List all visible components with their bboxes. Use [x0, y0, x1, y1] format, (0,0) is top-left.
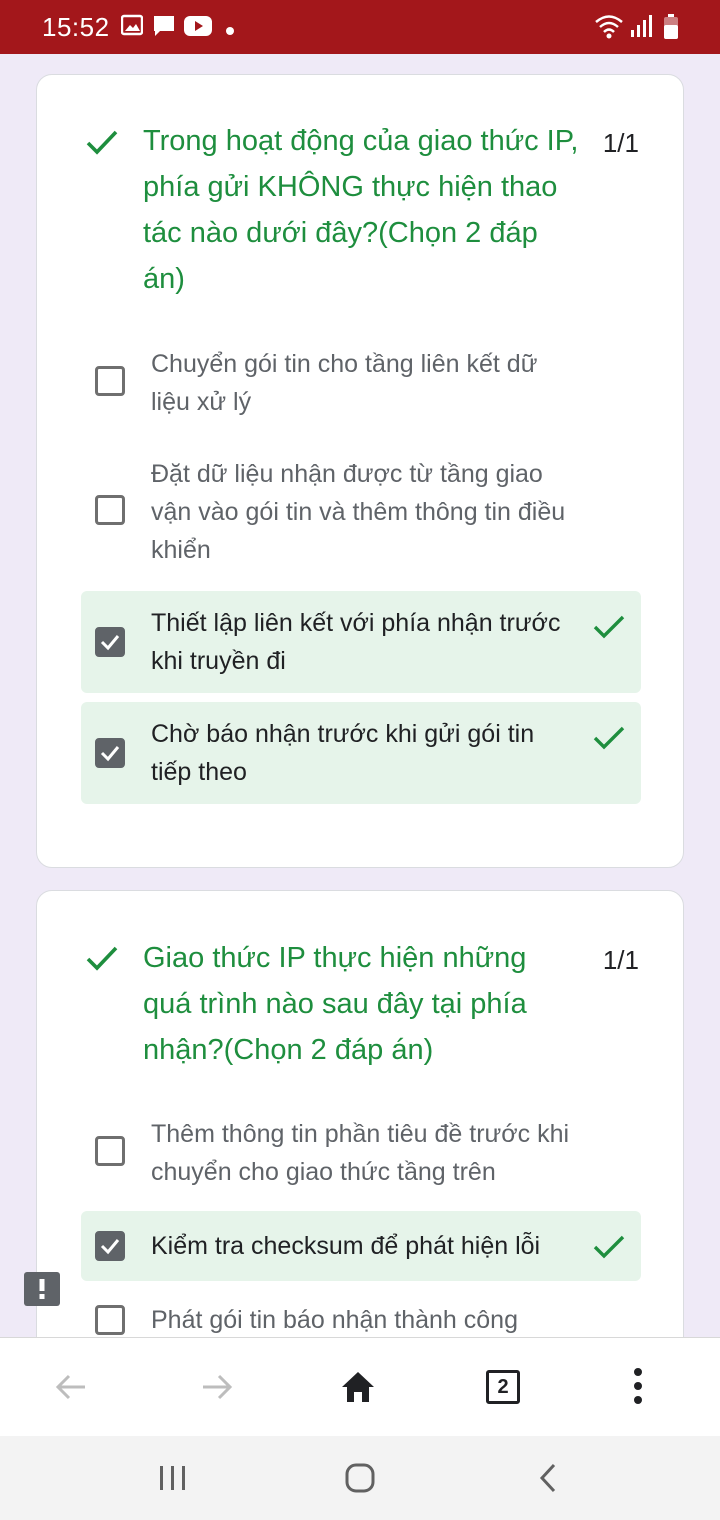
question-score: 1/1	[602, 945, 639, 975]
correct-answer-icon	[591, 1228, 627, 1264]
alert-icon	[39, 1279, 45, 1299]
question-card: Trong hoạt động của giao thức IP, phía g…	[36, 74, 684, 868]
checkbox[interactable]	[95, 495, 125, 525]
option-checkbox[interactable]: Chờ báo nhận trước khi gửi gói tin tiếp …	[81, 702, 641, 804]
option-label: Phát gói tin báo nhận thành công	[151, 1306, 518, 1334]
checked-checkbox[interactable]	[95, 627, 125, 657]
option-checkbox[interactable]: Thiết lập liên kết với phía nhận trước k…	[81, 591, 641, 693]
gallery-icon	[120, 14, 144, 41]
option-checkbox[interactable]: Kiểm tra checksum để phát hiện lỗi	[81, 1211, 641, 1281]
home-nav-icon[interactable]	[344, 1462, 376, 1499]
wifi-icon	[594, 14, 624, 45]
status-bar: 15:52	[0, 0, 720, 54]
correct-check-icon	[85, 941, 119, 975]
question-score: 1/1	[602, 128, 639, 158]
option-label: Thiết lập liên kết với phía nhận trước k…	[151, 609, 561, 675]
tab-switcher-button[interactable]: 2	[486, 1370, 520, 1404]
checked-checkbox[interactable]	[95, 738, 125, 768]
option-checkbox[interactable]: Đặt dữ liệu nhận được từ tầng giao vận v…	[81, 453, 641, 567]
question-title: Trong hoạt động của giao thức IP, phía g…	[143, 125, 579, 295]
option-label: Kiểm tra checksum để phát hiện lỗi	[151, 1232, 541, 1260]
report-feedback-button[interactable]	[24, 1272, 60, 1306]
back-arrow-icon[interactable]	[54, 1370, 88, 1409]
option-checkbox[interactable]: Chuyển gói tin cho tầng liên kết dữ liệu…	[81, 343, 641, 419]
option-label: Thêm thông tin phần tiêu đề trước khi ch…	[151, 1120, 570, 1186]
checked-checkbox[interactable]	[95, 1231, 125, 1261]
question-card: Giao thức IP thực hiện những quá trình n…	[36, 890, 684, 1390]
correct-answer-icon	[591, 608, 627, 644]
battery-icon	[664, 14, 678, 45]
question-title: Giao thức IP thực hiện những quá trình n…	[143, 942, 527, 1066]
back-nav-icon[interactable]	[536, 1462, 560, 1499]
correct-answer-icon	[591, 719, 627, 755]
status-time: 15:52	[42, 12, 110, 42]
signal-icon	[630, 14, 652, 43]
dot-icon	[226, 22, 234, 40]
youtube-icon	[184, 14, 212, 43]
option-label: Đặt dữ liệu nhận được từ tầng giao vận v…	[151, 460, 566, 564]
correct-check-icon	[85, 125, 119, 159]
checkbox[interactable]	[95, 366, 125, 396]
more-menu-icon[interactable]	[630, 1366, 646, 1411]
recent-apps-icon[interactable]	[158, 1464, 188, 1497]
system-navigation-bar	[0, 1436, 720, 1520]
checkbox[interactable]	[95, 1136, 125, 1166]
option-label: Chuyển gói tin cho tầng liên kết dữ liệu…	[151, 350, 538, 416]
option-label: Chờ báo nhận trước khi gửi gói tin tiếp …	[151, 720, 535, 786]
home-icon[interactable]	[340, 1370, 376, 1409]
browser-toolbar: 2	[0, 1337, 720, 1437]
forward-arrow-icon[interactable]	[200, 1370, 234, 1409]
chat-icon	[152, 14, 176, 43]
checkbox[interactable]	[95, 1305, 125, 1335]
option-checkbox[interactable]: Thêm thông tin phần tiêu đề trước khi ch…	[81, 1113, 641, 1189]
